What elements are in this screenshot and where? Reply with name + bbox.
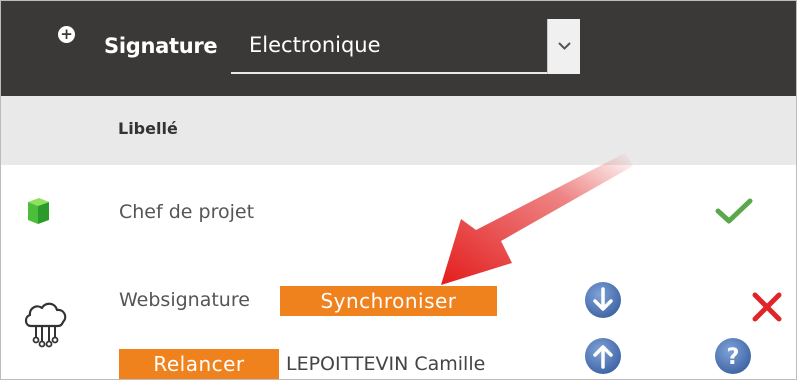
signer-name: LEPOITTEVIN Camille [286,353,486,375]
select-dropdown-button[interactable] [547,19,580,74]
help-circle-icon[interactable]: ? [713,336,753,376]
svg-text:?: ? [727,345,740,370]
cloud-network-icon [24,302,67,348]
column-header-libelle: Libellé [118,119,178,138]
app-frame: + Signature Electronique Libellé Chef de… [0,0,797,380]
toolbar: + Signature Electronique [1,1,796,96]
check-icon [715,198,753,224]
table-header: Libellé [1,96,796,165]
row-label-websignature: Websignature [119,289,250,311]
arrow-up-circle-icon[interactable] [583,336,623,376]
synchroniser-button[interactable]: Synchroniser [280,286,497,316]
signature-label: Signature [104,34,218,58]
select-value: Electronique [249,33,381,57]
arrow-down-circle-icon[interactable] [583,280,623,320]
chevron-down-icon [558,42,571,50]
row-label-chef-de-projet: Chef de projet [119,201,255,223]
green-cube-icon [28,198,49,224]
signature-type-select[interactable]: Electronique [231,19,580,74]
select-underline [231,72,580,74]
close-x-icon[interactable] [749,289,785,325]
relancer-button[interactable]: Relancer [119,349,279,379]
plus-circle-icon[interactable]: + [58,26,75,43]
